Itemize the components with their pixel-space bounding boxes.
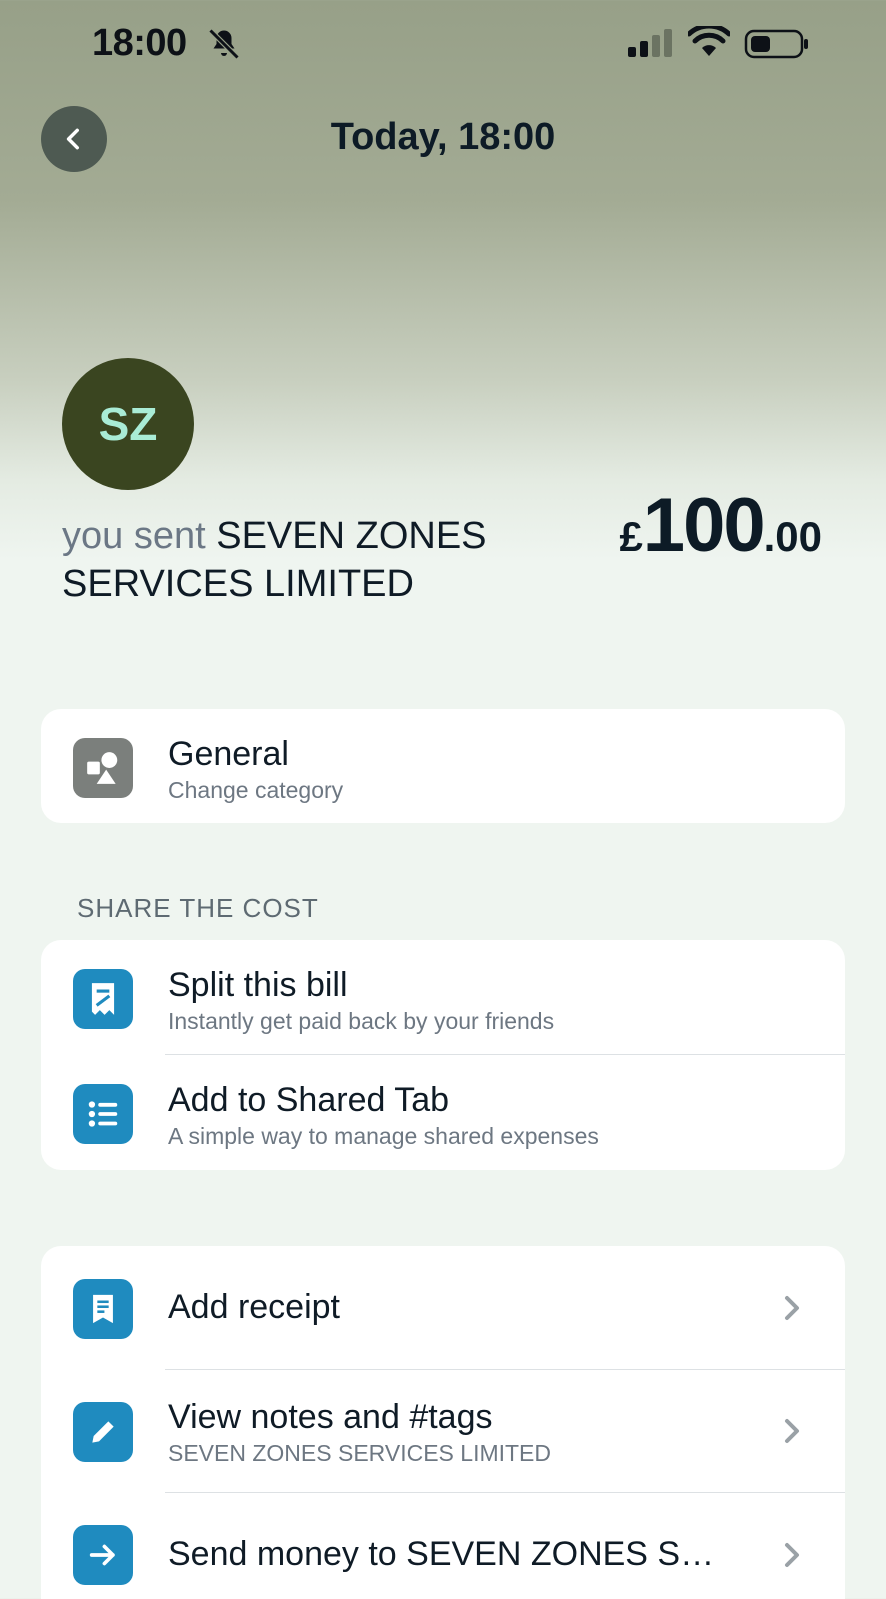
list-icon	[73, 1084, 133, 1144]
notes-tags-row[interactable]: View notes and #tags SEVEN ZONES SERVICE…	[41, 1370, 845, 1493]
actions-card: Add receipt View notes and #tags SEVEN Z…	[41, 1246, 845, 1599]
amount-currency: £	[619, 513, 643, 560]
send-money-row[interactable]: Send money to SEVEN ZONES S…	[41, 1493, 845, 1599]
chevron-right-icon	[785, 1419, 799, 1443]
receipt-icon	[73, 1279, 133, 1339]
avatar-initials: SZ	[98, 398, 158, 450]
chevron-right-icon	[785, 1296, 799, 1320]
status-time: 18:00	[92, 22, 187, 64]
pencil-icon	[73, 1402, 133, 1462]
category-row[interactable]: General Change category	[41, 709, 845, 823]
send-money-title: Send money to SEVEN ZONES S…	[168, 1535, 715, 1573]
split-bill-title: Split this bill	[168, 966, 348, 1004]
split-bill-row[interactable]: Split this bill Instantly get paid back …	[41, 940, 845, 1055]
section-label-share: SHARE THE COST	[77, 893, 319, 923]
shared-tab-title: Add to Shared Tab	[168, 1081, 450, 1119]
transaction-prefix: you sent	[62, 515, 206, 557]
transaction-amount: £100.00	[619, 482, 822, 569]
notes-tags-subtitle: SEVEN ZONES SERVICES LIMITED	[168, 1440, 552, 1466]
split-bill-icon	[73, 969, 133, 1029]
avatar: SZ	[62, 358, 194, 490]
category-subtitle: Change category	[168, 777, 344, 803]
status-bar: 18:00	[0, 0, 886, 90]
chevron-right-icon	[785, 1543, 799, 1567]
transaction-description: you sent SEVEN ZONES SERVICES LIMITED	[62, 512, 582, 608]
battery-icon	[744, 29, 808, 59]
category-title: General	[168, 735, 289, 773]
arrow-right-icon	[73, 1525, 133, 1585]
amount-decimal: .00	[763, 513, 822, 560]
amount-whole: 100	[642, 483, 766, 568]
bell-slash-icon	[208, 28, 240, 60]
shared-tab-row[interactable]: Add to Shared Tab A simple way to manage…	[41, 1055, 845, 1170]
shared-tab-subtitle: A simple way to manage shared expenses	[168, 1123, 599, 1149]
signal-icon	[628, 29, 672, 57]
split-bill-subtitle: Instantly get paid back by your friends	[168, 1008, 555, 1034]
shapes-icon	[73, 738, 133, 798]
add-receipt-title: Add receipt	[168, 1288, 340, 1326]
category-card: General Change category	[41, 709, 845, 823]
wifi-icon	[688, 26, 730, 56]
page-title: Today, 18:00	[330, 116, 556, 158]
share-card: Split this bill Instantly get paid back …	[41, 940, 845, 1170]
notes-tags-title: View notes and #tags	[168, 1398, 493, 1436]
add-receipt-row[interactable]: Add receipt	[41, 1246, 845, 1370]
